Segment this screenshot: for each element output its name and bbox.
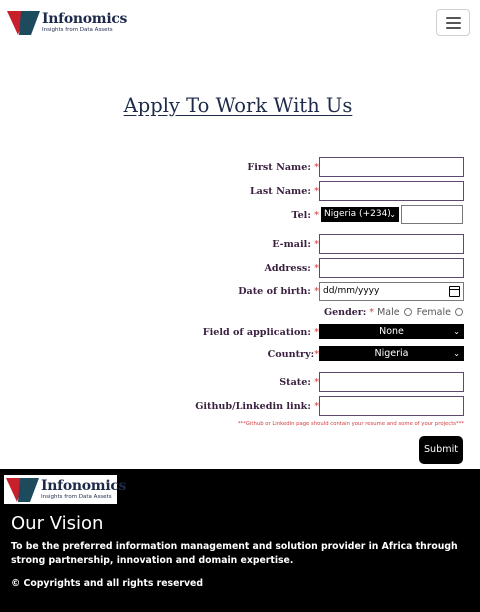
- hamburger-icon: [446, 17, 461, 19]
- country-select-value: Nigeria: [374, 348, 409, 359]
- chevron-down-icon: ⌄: [453, 327, 460, 336]
- dob-label: Date of birth: *: [238, 286, 319, 297]
- country-label: Country:*: [267, 349, 319, 360]
- chevron-down-icon: ⌄: [389, 210, 396, 219]
- page-title: Apply To Work With Us: [123, 94, 353, 117]
- state-input[interactable]: [319, 372, 464, 392]
- github-label: Github/Linkedin link: *: [195, 401, 319, 412]
- chevron-down-icon: ⌄: [453, 349, 460, 358]
- vision-text: To be the preferred information manageme…: [11, 541, 458, 566]
- github-input[interactable]: [319, 396, 464, 416]
- dob-input[interactable]: dd/mm/yyyy: [319, 282, 464, 301]
- tel-country-select[interactable]: Nigeria (+234) ⌄: [321, 207, 399, 222]
- footer-logo-tagline: Insights from Data Assets: [41, 494, 112, 500]
- top-navbar: Infonomics Insights from Data Assets: [0, 0, 480, 46]
- logo-triangles-icon: [6, 478, 39, 502]
- address-input[interactable]: [319, 258, 464, 278]
- github-note: ***Github or Linkedin page should contai…: [237, 421, 464, 427]
- tel-number-input[interactable]: [401, 205, 463, 224]
- gender-male-label: Male: [377, 307, 400, 318]
- infonomics-logo[interactable]: Infonomics Insights from Data Assets: [7, 10, 127, 36]
- state-label: State: *: [279, 377, 319, 388]
- calendar-icon[interactable]: [449, 286, 460, 297]
- gender-female-label: Female: [416, 307, 451, 318]
- last-name-label: Last Name: *: [249, 186, 319, 197]
- field-select-value: None: [379, 326, 404, 337]
- last-name-input[interactable]: [319, 181, 464, 201]
- first-name-input[interactable]: [319, 157, 464, 177]
- menu-toggle-button[interactable]: [436, 9, 470, 36]
- email-input[interactable]: [319, 234, 464, 254]
- email-label: E-mail: *: [272, 239, 319, 250]
- footer: Infonomics Insights from Data Assets Our…: [0, 469, 480, 612]
- country-select[interactable]: Nigeria ⌄: [319, 346, 464, 361]
- tel-country-value: Nigeria (+234): [324, 209, 391, 219]
- logo-brand-text: Infonomics: [42, 11, 128, 27]
- field-select[interactable]: None ⌄: [319, 324, 464, 339]
- footer-logo-brand: Infonomics: [41, 478, 127, 494]
- gender-female-radio[interactable]: [454, 307, 463, 316]
- submit-button[interactable]: Submit: [419, 436, 463, 464]
- tel-label: Tel: *: [291, 210, 319, 221]
- logo-triangles-icon: [7, 11, 40, 35]
- footer-logo[interactable]: Infonomics Insights from Data Assets: [4, 475, 126, 504]
- field-label: Field of application: *: [202, 327, 319, 338]
- logo-tagline: Insights from Data Assets: [42, 27, 113, 33]
- vision-title: Our Vision: [11, 513, 104, 534]
- copyright: © Copyrights and all rights reserved: [11, 578, 203, 589]
- first-name-label: First Name: *: [247, 162, 319, 173]
- gender-group: Gender: * Male Female: [324, 307, 465, 318]
- address-label: Address: *: [264, 263, 319, 274]
- dob-placeholder: dd/mm/yyyy: [323, 286, 380, 296]
- gender-male-radio[interactable]: [403, 307, 412, 316]
- gender-label: Gender:: [324, 307, 367, 318]
